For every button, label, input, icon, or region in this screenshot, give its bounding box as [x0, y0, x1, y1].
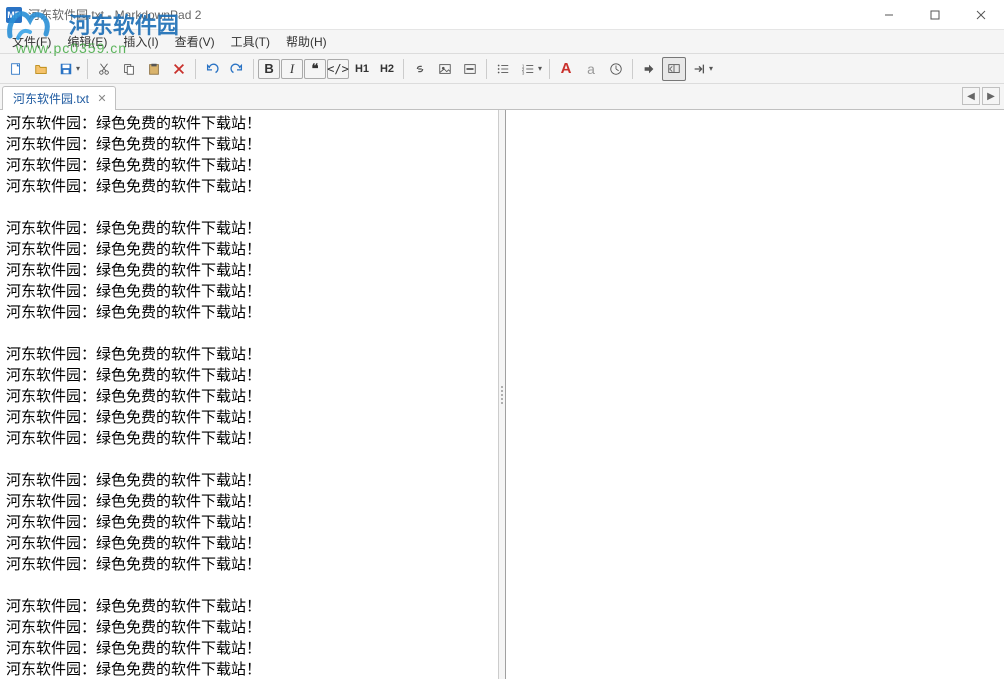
editor-line[interactable]: 河东软件园：绿色免费的软件下载站！: [6, 303, 492, 324]
live-preview-button[interactable]: [662, 57, 686, 81]
bold-button[interactable]: B: [258, 59, 280, 79]
cut-button[interactable]: [92, 57, 116, 81]
tab-next-button[interactable]: ▶: [982, 87, 1000, 105]
main-split: 河东软件园：绿色免费的软件下载站！河东软件园：绿色免费的软件下载站！河东软件园：…: [0, 110, 1004, 679]
ul-button[interactable]: [491, 57, 515, 81]
editor-line[interactable]: 河东软件园：绿色免费的软件下载站！: [6, 408, 492, 429]
h1-button[interactable]: H1: [350, 57, 374, 81]
link-button[interactable]: [408, 57, 432, 81]
new-file-button[interactable]: [4, 57, 28, 81]
editor-line[interactable]: 河东软件园：绿色免费的软件下载站！: [6, 177, 492, 198]
editor-line[interactable]: 河东软件园：绿色免费的软件下载站！: [6, 471, 492, 492]
editor-line[interactable]: 河东软件园：绿色免费的软件下载站！: [6, 345, 492, 366]
editor-blank-line[interactable]: [6, 324, 492, 345]
editor-line[interactable]: 河东软件园：绿色免费的软件下载站！: [6, 513, 492, 534]
editor-line[interactable]: 河东软件园：绿色免费的软件下载站！: [6, 429, 492, 450]
tab-active[interactable]: 河东软件园.txt ✕: [2, 86, 116, 110]
list-dropdown[interactable]: ▾: [538, 64, 545, 73]
editor-line[interactable]: 河东软件园：绿色免费的软件下载站！: [6, 240, 492, 261]
svg-text:3: 3: [522, 70, 525, 75]
font-button[interactable]: a: [579, 57, 603, 81]
tabbar: 河东软件园.txt ✕ ◀ ▶: [0, 84, 1004, 110]
editor-pane[interactable]: 河东软件园：绿色免费的软件下载站！河东软件园：绿色免费的软件下载站！河东软件园：…: [0, 110, 499, 679]
menu-edit[interactable]: 编辑(E): [59, 30, 115, 53]
menu-view[interactable]: 查看(V): [167, 30, 223, 53]
preview-button[interactable]: [637, 57, 661, 81]
separator: [486, 59, 487, 79]
separator: [253, 59, 254, 79]
tab-label: 河东软件园.txt: [13, 90, 89, 107]
image-button[interactable]: [433, 57, 457, 81]
editor-line[interactable]: 河东软件园：绿色免费的软件下载站！: [6, 534, 492, 555]
redo-button[interactable]: [225, 57, 249, 81]
export-dropdown[interactable]: ▾: [709, 64, 716, 73]
editor-line[interactable]: 河东软件园：绿色免费的软件下载站！: [6, 597, 492, 618]
save-button[interactable]: [54, 57, 78, 81]
window-title: 河东软件园.txt - MarkdownPad 2: [28, 6, 866, 23]
menubar: 文件(F) 编辑(E) 插入(I) 查看(V) 工具(T) 帮助(H): [0, 30, 1004, 54]
separator: [549, 59, 550, 79]
close-tab-button[interactable]: ✕: [95, 92, 109, 106]
separator: [87, 59, 88, 79]
editor-line[interactable]: 河东软件园：绿色免费的软件下载站！: [6, 114, 492, 135]
toolbar: ▾ B I ❝ </> H1 H2 123 ▾ A a ▾: [0, 54, 1004, 84]
editor-line[interactable]: 河东软件园：绿色免费的软件下载站！: [6, 492, 492, 513]
editor-content[interactable]: 河东软件园：绿色免费的软件下载站！河东软件园：绿色免费的软件下载站！河东软件园：…: [0, 110, 498, 679]
preview-pane: [505, 110, 1004, 679]
menu-file[interactable]: 文件(F): [4, 30, 59, 53]
editor-line[interactable]: 河东软件园：绿色免费的软件下载站！: [6, 618, 492, 639]
titlebar: MP 河东软件园.txt - MarkdownPad 2: [0, 0, 1004, 30]
font-color-button[interactable]: A: [554, 57, 578, 81]
italic-button[interactable]: I: [281, 59, 303, 79]
paste-button[interactable]: [142, 57, 166, 81]
editor-blank-line[interactable]: [6, 576, 492, 597]
minimize-button[interactable]: [866, 0, 912, 30]
editor-blank-line[interactable]: [6, 198, 492, 219]
tab-nav: ◀ ▶: [962, 87, 1000, 105]
copy-button[interactable]: [117, 57, 141, 81]
editor-line[interactable]: 河东软件园：绿色免费的软件下载站！: [6, 282, 492, 303]
editor-line[interactable]: 河东软件园：绿色免费的软件下载站！: [6, 366, 492, 387]
editor-line[interactable]: 河东软件园：绿色免费的软件下载站！: [6, 219, 492, 240]
timestamp-button[interactable]: [604, 57, 628, 81]
export-button[interactable]: [687, 57, 711, 81]
editor-line[interactable]: 河东软件园：绿色免费的软件下载站！: [6, 261, 492, 282]
hr-button[interactable]: [458, 57, 482, 81]
editor-line[interactable]: 河东软件园：绿色免费的软件下载站！: [6, 135, 492, 156]
maximize-button[interactable]: [912, 0, 958, 30]
separator: [195, 59, 196, 79]
save-dropdown[interactable]: ▾: [76, 64, 83, 73]
menu-insert[interactable]: 插入(I): [115, 30, 166, 53]
close-button[interactable]: [958, 0, 1004, 30]
h2-button[interactable]: H2: [375, 57, 399, 81]
editor-line[interactable]: 河东软件园：绿色免费的软件下载站！: [6, 387, 492, 408]
editor-line[interactable]: 河东软件园：绿色免费的软件下载站！: [6, 639, 492, 660]
ol-button[interactable]: 123: [516, 57, 540, 81]
delete-button[interactable]: [167, 57, 191, 81]
tab-prev-button[interactable]: ◀: [962, 87, 980, 105]
menu-help[interactable]: 帮助(H): [278, 30, 335, 53]
menu-tools[interactable]: 工具(T): [223, 30, 278, 53]
open-file-button[interactable]: [29, 57, 53, 81]
app-icon: MP: [6, 7, 22, 23]
separator: [403, 59, 404, 79]
editor-line[interactable]: 河东软件园：绿色免费的软件下载站！: [6, 660, 492, 679]
editor-line[interactable]: 河东软件园：绿色免费的软件下载站！: [6, 156, 492, 177]
code-button[interactable]: </>: [327, 59, 349, 79]
separator: [632, 59, 633, 79]
undo-button[interactable]: [200, 57, 224, 81]
editor-blank-line[interactable]: [6, 450, 492, 471]
editor-line[interactable]: 河东软件园：绿色免费的软件下载站！: [6, 555, 492, 576]
quote-button[interactable]: ❝: [304, 59, 326, 79]
